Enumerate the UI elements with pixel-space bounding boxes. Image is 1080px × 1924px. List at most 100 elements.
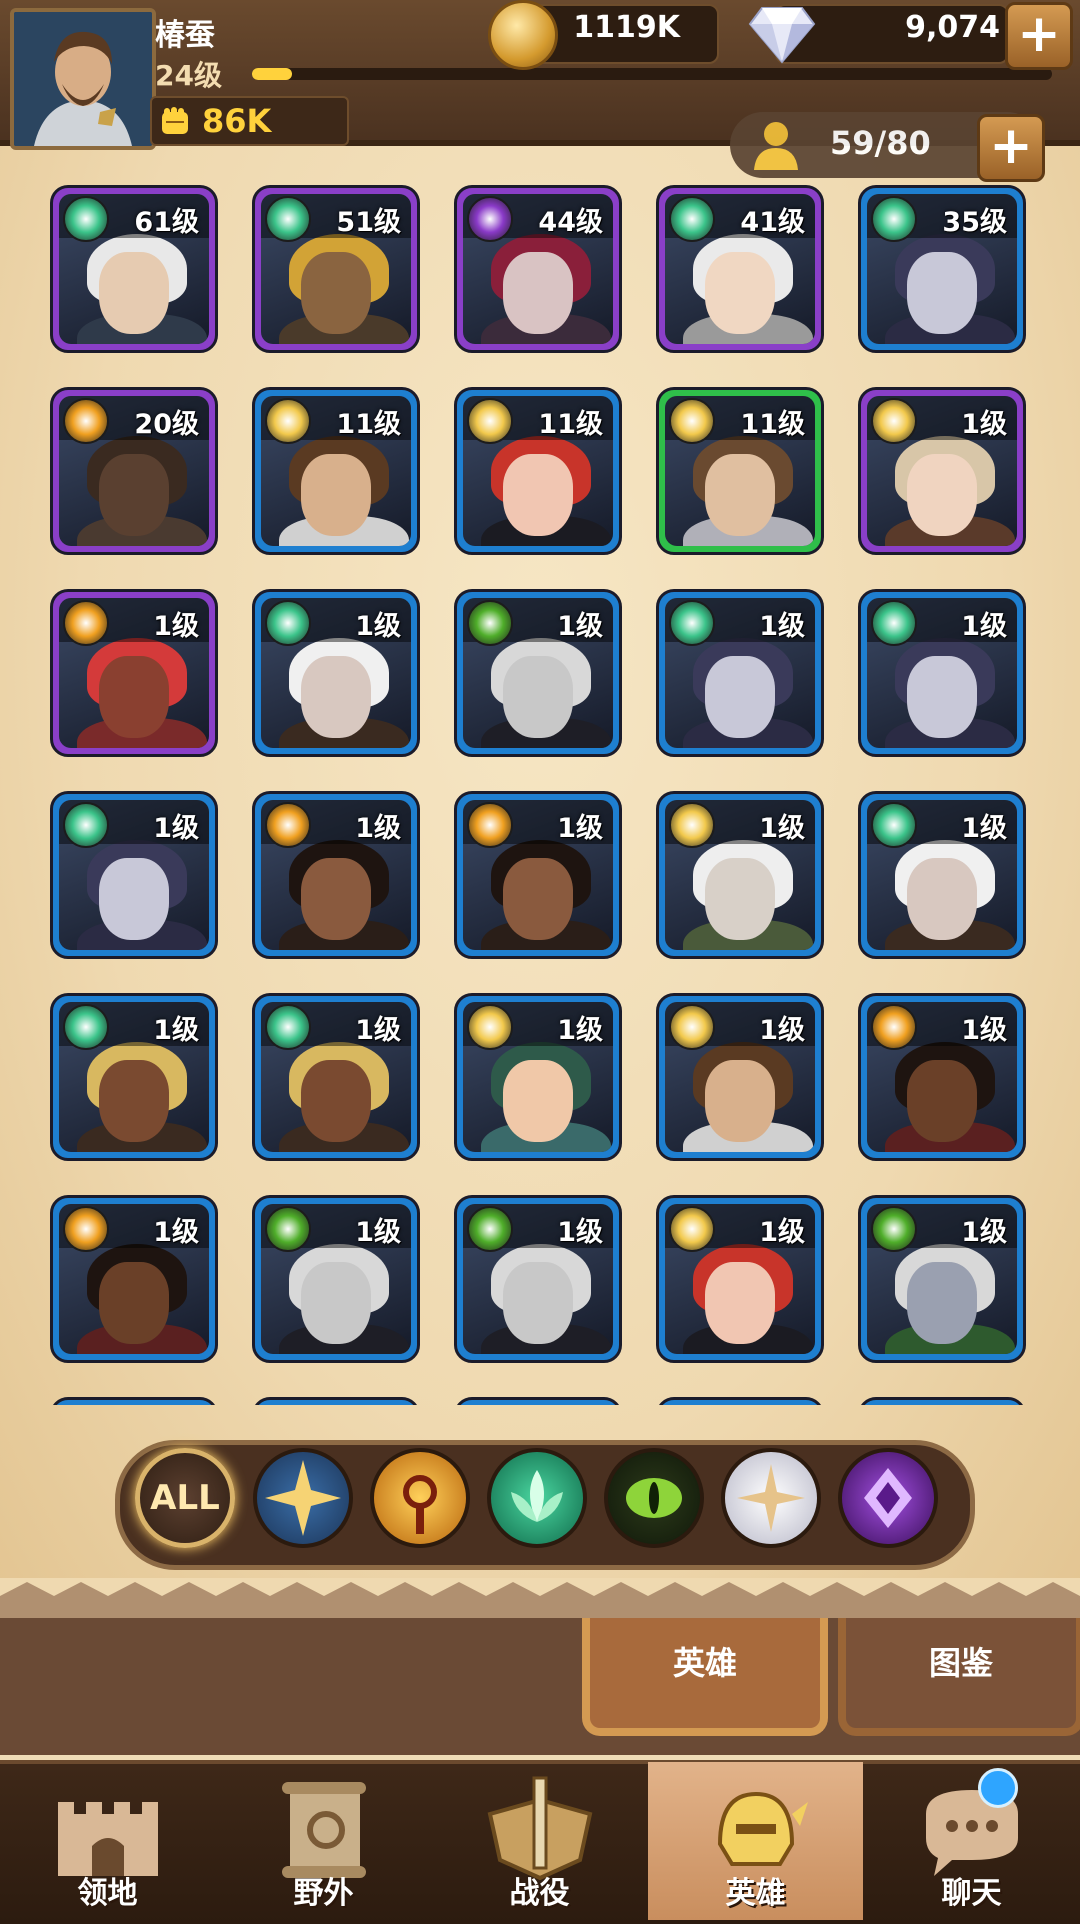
hero-card[interactable]: 1级: [858, 387, 1026, 555]
forest-faction-icon: [511, 1470, 563, 1522]
dawn-faction-icon: [63, 1206, 109, 1252]
forest-faction-icon: [871, 802, 917, 848]
hero-level: 1级: [759, 813, 805, 844]
filter-wilder-button[interactable]: [604, 1448, 704, 1548]
hero-portrait: 1级: [261, 1204, 411, 1354]
filter-light-button[interactable]: [253, 1448, 353, 1548]
tab-heroes[interactable]: 英雄: [582, 1618, 828, 1736]
light-faction-icon: [467, 398, 513, 444]
hero-portrait: 20级: [59, 396, 209, 546]
hero-card[interactable]: 1级: [454, 1195, 622, 1363]
forest-faction-icon: [265, 1004, 311, 1050]
nav-heroes[interactable]: 英雄: [648, 1762, 863, 1920]
hero-face-shape: [301, 454, 371, 536]
hero-card[interactable]: 1级: [454, 791, 622, 959]
player-avatar[interactable]: [10, 8, 156, 150]
hero-level: 1级: [355, 813, 401, 844]
hero-card[interactable]: 1级: [454, 589, 622, 757]
hero-card[interactable]: 1级: [454, 993, 622, 1161]
hero-portrait: 11级: [665, 396, 815, 546]
forest-faction-icon: [63, 196, 109, 242]
nav-territory-label: 领地: [77, 1876, 138, 1911]
add-gems-button[interactable]: +: [1005, 2, 1073, 70]
light-faction-icon: [669, 1004, 715, 1050]
hero-portrait: 1级: [463, 1002, 613, 1152]
hero-face-shape: [301, 252, 371, 334]
hero-card[interactable]: 1级: [50, 993, 218, 1161]
hero-card[interactable]: 20级: [50, 387, 218, 555]
hero-grid: 61级 51级 44级 41级 35级 20级 11级 11级 11级 1级 1级 1级 1级 1级 1级 1…: [0, 185, 1080, 1405]
hero-level: 1级: [759, 611, 805, 642]
filter-dawn-button[interactable]: [370, 1448, 470, 1548]
hero-card[interactable]: 11级: [454, 387, 622, 555]
hero-card[interactable]: 1级: [252, 589, 420, 757]
hero-card-partial[interactable]: [656, 1397, 824, 1405]
filter-forest-button[interactable]: [487, 1448, 587, 1548]
hero-card[interactable]: 41级: [656, 185, 824, 353]
hero-level: 1级: [557, 1217, 603, 1248]
hero-card[interactable]: 1级: [656, 791, 824, 959]
gold-amount: 1119K: [573, 10, 680, 45]
hero-portrait: 1级: [261, 598, 411, 748]
hero-level: 1级: [355, 1217, 401, 1248]
hero-card-partial[interactable]: [454, 1397, 622, 1405]
hero-face-shape: [705, 656, 775, 738]
hero-card[interactable]: 44级: [454, 185, 622, 353]
hero-face-shape: [503, 656, 573, 738]
hero-card[interactable]: 1级: [858, 589, 1026, 757]
hero-card[interactable]: 1级: [656, 993, 824, 1161]
nav-territory[interactable]: 领地: [0, 1762, 215, 1920]
filter-all-button[interactable]: ALL: [135, 1448, 235, 1548]
hero-face-shape: [705, 1262, 775, 1344]
hero-card[interactable]: 61级: [50, 185, 218, 353]
hero-portrait: 1级: [867, 1204, 1017, 1354]
hero-face-shape: [907, 1060, 977, 1142]
hero-card[interactable]: 51级: [252, 185, 420, 353]
light-faction-icon: [871, 398, 917, 444]
hero-card[interactable]: 1级: [50, 589, 218, 757]
nav-chat[interactable]: 聊天: [864, 1762, 1079, 1920]
hero-card[interactable]: 1级: [252, 1195, 420, 1363]
filter-celestial-button[interactable]: [721, 1448, 821, 1548]
hero-card[interactable]: 1级: [252, 791, 420, 959]
hero-card-partial[interactable]: [252, 1397, 420, 1405]
hero-capacity-value: 59/80: [830, 124, 931, 162]
hero-card[interactable]: 11级: [656, 387, 824, 555]
filter-void-button[interactable]: [838, 1448, 938, 1548]
hero-card[interactable]: 1级: [252, 993, 420, 1161]
hero-card[interactable]: 1级: [656, 1195, 824, 1363]
nav-heroes-label: 英雄: [725, 1876, 786, 1911]
hero-face-shape: [301, 858, 371, 940]
hero-card[interactable]: 35级: [858, 185, 1026, 353]
tab-codex[interactable]: 图鉴: [838, 1618, 1080, 1736]
hero-card[interactable]: 1级: [656, 589, 824, 757]
player-level: 24级: [155, 59, 222, 92]
avatar-portrait-icon: [14, 12, 152, 146]
wilder-faction-icon: [467, 600, 513, 646]
hero-card[interactable]: 1级: [858, 1195, 1026, 1363]
hero-card-partial[interactable]: [50, 1397, 218, 1405]
nav-wilds[interactable]: 野外: [216, 1762, 431, 1920]
hero-face-shape: [99, 1262, 169, 1344]
dawn-faction-icon: [63, 600, 109, 646]
expand-hero-capacity-button[interactable]: +: [977, 114, 1045, 182]
nav-chat-label: 聊天: [941, 1876, 1002, 1911]
hero-card[interactable]: 1级: [50, 791, 218, 959]
hero-card[interactable]: 1级: [858, 993, 1026, 1161]
nav-campaign-label: 战役: [509, 1876, 570, 1911]
hero-face-shape: [99, 454, 169, 536]
forest-faction-icon: [265, 600, 311, 646]
hero-card[interactable]: 1级: [858, 791, 1026, 959]
hero-portrait: 35级: [867, 194, 1017, 344]
hero-level: 11级: [740, 409, 805, 440]
hero-card[interactable]: 1级: [50, 1195, 218, 1363]
nav-campaign[interactable]: 战役: [432, 1762, 647, 1920]
hero-card-partial[interactable]: [858, 1397, 1026, 1405]
hero-level: 1级: [759, 1015, 805, 1046]
hero-face-shape: [99, 656, 169, 738]
hero-card[interactable]: 11级: [252, 387, 420, 555]
light-faction-icon: [467, 1004, 513, 1050]
hero-level: 1级: [557, 813, 603, 844]
hero-portrait: 1级: [463, 598, 613, 748]
hero-portrait: 51级: [261, 194, 411, 344]
